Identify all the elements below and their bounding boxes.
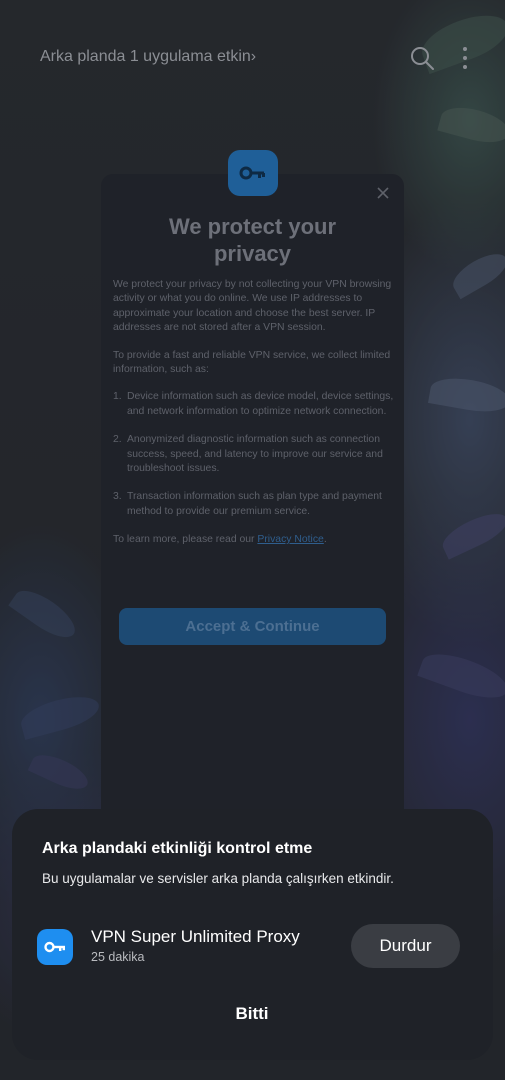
stop-button[interactable]: Durdur <box>351 924 460 968</box>
list-item-text: Device information such as device model,… <box>127 391 394 417</box>
app-duration: 25 dakika <box>91 950 145 964</box>
list-item-number: 3. <box>113 491 122 503</box>
search-icon[interactable] <box>408 44 436 72</box>
dialog-body: We protect your privacy by not collectin… <box>113 278 396 561</box>
dialog-intro: We protect your privacy by not collectin… <box>113 279 392 334</box>
background-apps-link[interactable]: Arka planda 1 uygulama etkin› <box>40 48 256 66</box>
list-item: 3. Transaction information such as plan t… <box>113 490 396 519</box>
background-activity-sheet: Arka plandaki etkinliği kontrol etme Bu … <box>12 809 493 1060</box>
sheet-description: Bu uygulamalar ve servisler arka planda … <box>42 871 394 886</box>
dialog-collect-intro: To provide a fast and reliable VPN servi… <box>113 349 391 376</box>
list-item: 2. Anonymized diagnostic information such… <box>113 433 396 476</box>
app-name: VPN Super Unlimited Proxy <box>91 927 300 946</box>
done-button[interactable]: Bitti <box>202 999 302 1029</box>
list-item-text: Transaction information such as plan typ… <box>127 491 382 517</box>
close-icon[interactable] <box>374 184 392 202</box>
list-item: VPN Super Unlimited Proxy 25 dakika Durd… <box>12 919 493 989</box>
chevron-right-icon: › <box>250 48 257 65</box>
background-apps-label: Arka planda 1 uygulama etkin <box>40 48 251 65</box>
collected-info-list: 1. Device information such as device mode… <box>113 390 396 519</box>
list-item: 1. Device information such as device mode… <box>113 390 396 419</box>
learn-more-text: To learn more, please read our Privacy N… <box>113 533 396 547</box>
sheet-title: Arka plandaki etkinliği kontrol etme <box>42 840 313 857</box>
accept-continue-button[interactable]: Accept & Continue <box>119 608 386 645</box>
dialog-title-line1: We protect your <box>168 214 337 239</box>
privacy-notice-link[interactable]: Privacy Notice <box>257 534 323 545</box>
learn-more-suffix: . <box>323 534 327 546</box>
dialog-title-line2: privacy <box>213 241 292 266</box>
list-item-text: Anonymized diagnostic information such a… <box>127 434 383 475</box>
vpn-app-icon <box>37 929 73 965</box>
top-bar: Arka planda 1 uygulama etkin› <box>0 36 505 80</box>
dialog-title: We protect your privacy <box>101 213 404 267</box>
learn-more-prefix: To learn more, please read our <box>113 534 258 546</box>
list-item-number: 2. <box>113 434 122 446</box>
more-vertical-icon[interactable] <box>455 44 475 72</box>
list-item-number: 1. <box>113 391 122 403</box>
vpn-key-icon <box>228 150 278 196</box>
